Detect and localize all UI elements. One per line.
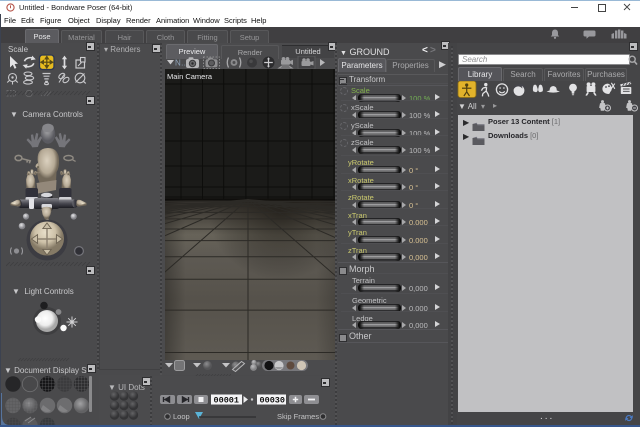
svg-text:00001: 00001 bbox=[214, 395, 240, 405]
svg-text:00030: 00030 bbox=[260, 395, 286, 405]
svg-text:Skip Frames: Skip Frames bbox=[277, 412, 319, 421]
svg-text:Loop: Loop bbox=[173, 412, 190, 421]
